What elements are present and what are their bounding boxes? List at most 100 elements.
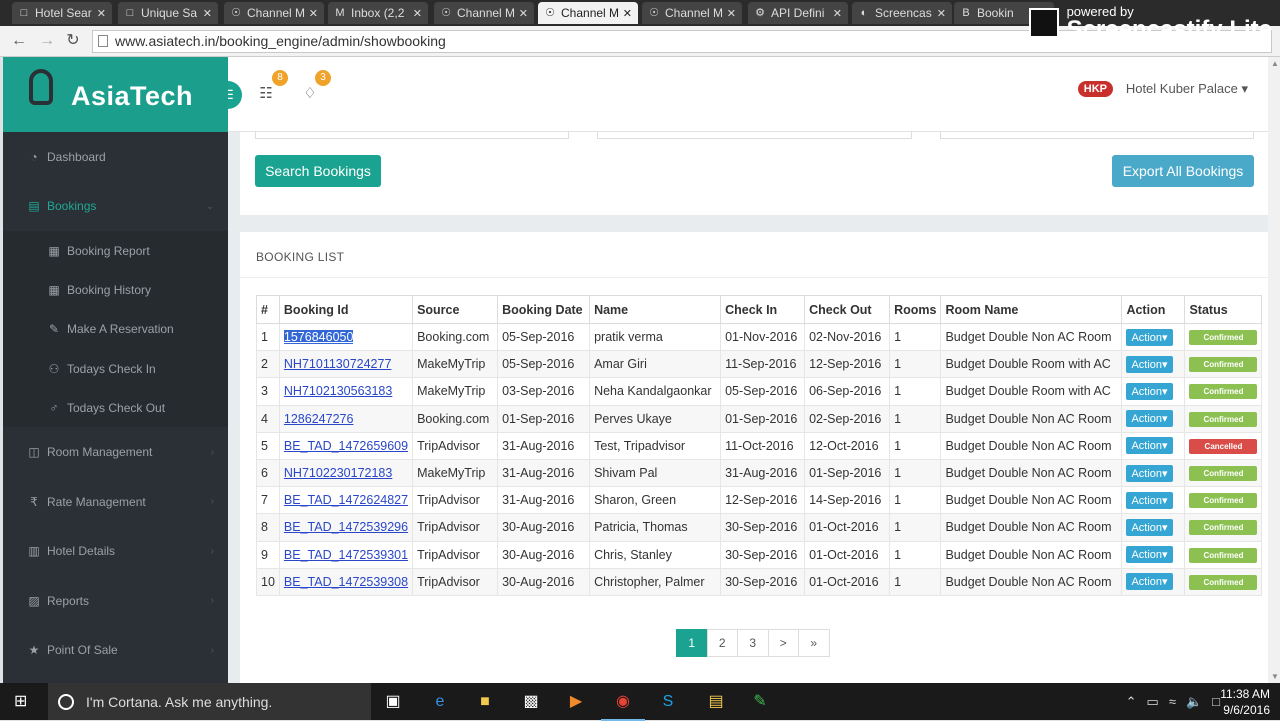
search-bookings-button[interactable]: Search Bookings <box>255 155 381 187</box>
bell-icon[interactable]: ♢ <box>301 85 319 103</box>
action-dropdown-button[interactable]: Action▾ <box>1126 355 1173 373</box>
clock[interactable]: 11:38 AM 9/6/2016 <box>1220 686 1270 718</box>
guest-name-cell: Patricia, Thomas <box>589 513 722 542</box>
page-button[interactable]: » <box>798 629 830 657</box>
row-number: 3 <box>256 377 280 406</box>
rooms-cell: 1 <box>889 377 942 406</box>
file-explorer-icon[interactable]: ■ <box>473 690 497 714</box>
browser-tab[interactable]: ☉ Channel M ✕ <box>642 2 742 24</box>
forward-icon[interactable]: → <box>36 31 58 51</box>
volume-icon[interactable]: 🔈 <box>1186 694 1202 710</box>
action-center-icon[interactable]: □ <box>1212 694 1220 710</box>
sidebar-item-rate-management[interactable]: ₹ Rate Management › <box>3 477 228 527</box>
browser-tab[interactable]: ◐ Screencas ✕ <box>852 2 952 24</box>
close-icon[interactable]: ✕ <box>727 7 736 20</box>
chevron-up-icon[interactable]: ⌃ <box>1126 694 1137 710</box>
sidebar-item-room-management[interactable]: ◫ Room Management › <box>3 427 228 477</box>
check-out-cell: 12-Oct-2016 <box>804 431 891 460</box>
sitemap-icon[interactable]: ☷ <box>257 85 275 103</box>
menu-toggle-icon[interactable]: ☰ <box>228 81 242 109</box>
browser-tab[interactable]: □ Unique Sa ✕ <box>118 2 218 24</box>
close-icon[interactable]: ✕ <box>833 7 842 20</box>
page-button[interactable]: > <box>767 629 799 657</box>
check-in-cell: 12-Sep-2016 <box>720 486 806 515</box>
booking-id-link[interactable]: BE_TAD_1472624827 <box>284 493 408 507</box>
action-dropdown-button[interactable]: Action▾ <box>1126 437 1173 455</box>
rooms-cell: 1 <box>889 431 942 460</box>
sidebar-item-booking-history[interactable]: ▦ Booking History <box>3 270 228 310</box>
action-dropdown-button[interactable]: Action▾ <box>1126 518 1173 536</box>
scroll-down-icon[interactable]: ▼ <box>1271 672 1279 681</box>
page-button[interactable]: 3 <box>737 629 769 657</box>
task-view-icon[interactable]: ▣ <box>381 690 405 714</box>
booking-id-link[interactable]: BE_TAD_1472539296 <box>284 520 408 534</box>
chevron-icon: ⌄ <box>205 200 214 212</box>
page-button[interactable]: 1 <box>676 629 708 657</box>
booking-id-link[interactable]: 1286247276 <box>284 412 354 426</box>
browser-tab[interactable]: ☉ Channel M ✕ <box>224 2 324 24</box>
sidebar-item-label: Booking Report <box>67 243 150 258</box>
bookings-table: # Booking Id Source Booking Date Name Check I… <box>256 295 1263 596</box>
sidebar-item-bookings[interactable]: ▤ Bookings ⌄ <box>3 182 228 232</box>
action-dropdown-button[interactable]: Action▾ <box>1126 491 1173 509</box>
windows-start-icon[interactable]: ⊞ <box>14 693 31 710</box>
browser-tab[interactable]: ☉ Channel M ✕ <box>538 2 638 24</box>
close-icon[interactable]: ✕ <box>519 7 528 20</box>
browser-tab[interactable]: M Inbox (2,2 ✕ <box>328 2 428 24</box>
chrome-icon[interactable]: ◉ <box>601 690 645 721</box>
close-icon[interactable]: ✕ <box>97 7 106 20</box>
sidebar-item-dashboard[interactable]: ◔ Dashboard <box>3 132 228 182</box>
booking-id-link[interactable]: NH7102230172183 <box>284 466 392 480</box>
booking-id-link[interactable]: BE_TAD_1472539308 <box>284 575 408 589</box>
booking-id-link[interactable]: NH7101130724277 <box>284 357 392 371</box>
battery-icon[interactable]: ▭ <box>1147 694 1159 710</box>
booking-id-link[interactable]: BE_TAD_1472539301 <box>284 548 408 562</box>
edge-icon[interactable]: e <box>428 690 452 714</box>
sidebar-item-booking-report[interactable]: ▦ Booking Report <box>3 231 228 271</box>
close-icon[interactable]: ✕ <box>309 7 318 20</box>
reload-icon[interactable]: ↻ <box>62 31 84 51</box>
action-dropdown-button[interactable]: Action▾ <box>1126 546 1173 564</box>
export-all-bookings-button[interactable]: Export All Bookings <box>1112 155 1254 187</box>
action-dropdown-button[interactable]: Action▾ <box>1126 410 1173 428</box>
check-in-cell: 30-Sep-2016 <box>720 513 806 542</box>
table-row: 8 BE_TAD_1472539296 TripAdvisor 30-Aug-2016… <box>256 513 1263 542</box>
table-row: 9 BE_TAD_1472539301 TripAdvisor 30-Aug-2016… <box>256 540 1263 569</box>
vertical-scrollbar[interactable]: ▲ ▼ <box>1268 57 1280 683</box>
brand-name[interactable]: AsiaTech <box>71 81 193 112</box>
page-button[interactable]: 2 <box>706 629 738 657</box>
booking-id-link[interactable]: NH7102130563183 <box>284 384 392 398</box>
browser-tab[interactable]: □ Hotel Sear ✕ <box>12 2 112 24</box>
sidebar-item-make-a-reservation[interactable]: ✎ Make A Reservation <box>3 309 228 349</box>
close-icon[interactable]: ✕ <box>623 7 632 20</box>
store-icon[interactable]: ▩ <box>519 690 543 714</box>
skype-icon[interactable]: S <box>656 690 680 714</box>
sidebar-item-point-of-sale[interactable]: ★ Point Of Sale › <box>3 625 228 675</box>
media-player-icon[interactable]: ▶ <box>564 690 588 714</box>
sidebar-item-hotel-details[interactable]: ▥ Hotel Details › <box>3 526 228 576</box>
notepad-icon[interactable]: ✎ <box>748 690 772 714</box>
url-text: www.asiatech.in/booking_engine/admin/sho… <box>115 33 446 49</box>
sidebar-item-todays-check-out[interactable]: ♂ Todays Check Out <box>3 388 228 428</box>
action-dropdown-button[interactable]: Action▾ <box>1126 464 1173 482</box>
folder-icon[interactable]: ▤ <box>704 690 728 714</box>
cortana-search[interactable]: I'm Cortana. Ask me anything. <box>48 683 371 720</box>
action-dropdown-button[interactable]: Action▾ <box>1126 573 1173 591</box>
hotel-dropdown[interactable]: Hotel Kuber Palace ▾ <box>1126 81 1248 97</box>
close-icon[interactable]: ✕ <box>937 7 946 20</box>
browser-tab[interactable]: ☉ Channel M ✕ <box>434 2 534 24</box>
sidebar-item-reports[interactable]: ▨ Reports › <box>3 576 228 626</box>
action-dropdown-button[interactable]: Action▾ <box>1126 382 1173 400</box>
sidebar-item-todays-check-in[interactable]: ⚇ Todays Check In <box>3 348 228 389</box>
room-name-cell: Budget Double Non AC Room <box>940 513 1123 542</box>
browser-tab[interactable]: ⚙ API Defini ✕ <box>748 2 848 24</box>
action-dropdown-button[interactable]: Action▾ <box>1126 328 1173 346</box>
booking-id-link[interactable]: BE_TAD_1472659609 <box>284 439 408 453</box>
scroll-up-icon[interactable]: ▲ <box>1271 59 1279 68</box>
back-icon[interactable]: ← <box>8 31 30 51</box>
close-icon[interactable]: ✕ <box>413 7 422 20</box>
column-header: Name <box>589 295 722 324</box>
booking-id-link[interactable]: 1576846050 <box>283 330 354 345</box>
close-icon[interactable]: ✕ <box>203 7 212 20</box>
wifi-icon[interactable]: ≈ <box>1169 694 1176 710</box>
